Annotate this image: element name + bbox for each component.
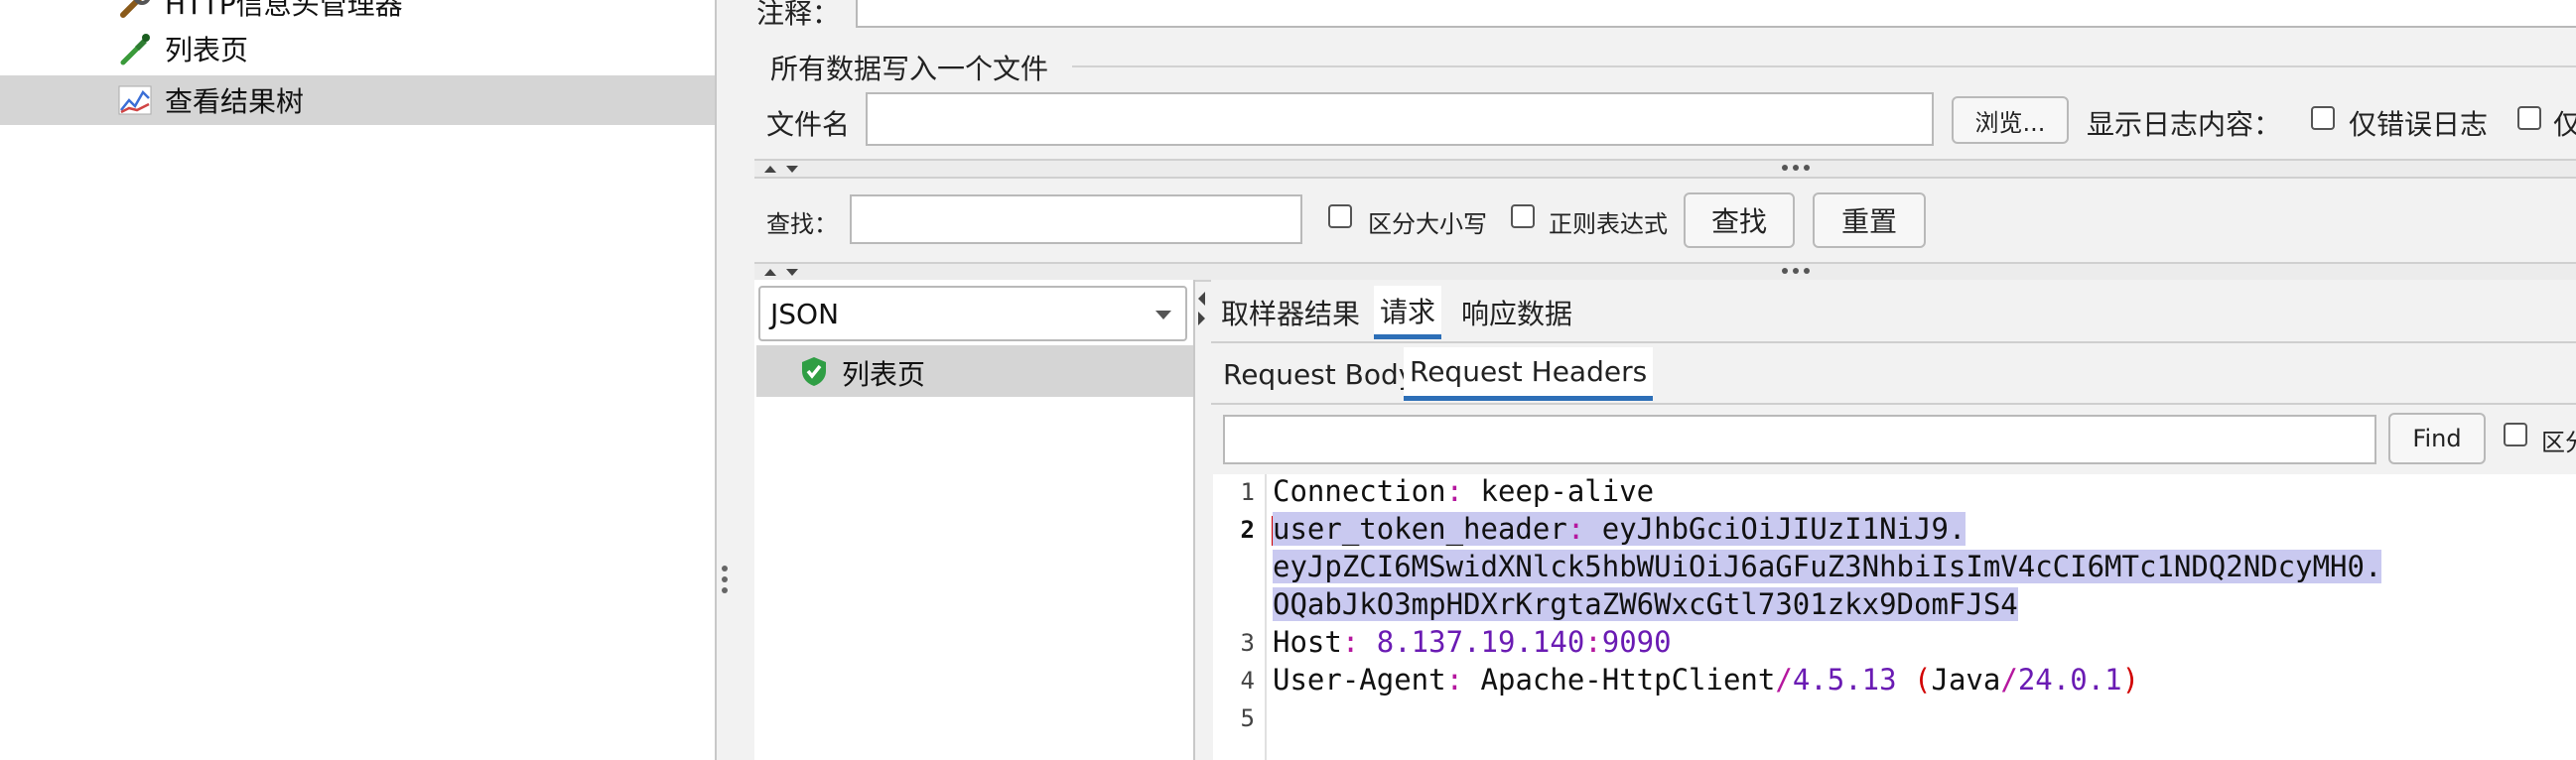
renderer-select[interactable]: JSON [758,286,1187,341]
case-sensitive-checkbox[interactable] [1328,204,1352,228]
header-value: eyJhbGciOiJIUzI1NiJ9. [1601,512,1966,546]
header-value-version: 24.0.1 [2017,663,2122,697]
tab-request-body[interactable]: Request Body [1217,347,1421,401]
errors-only-checkbox[interactable] [2311,106,2335,130]
header-value: keep-alive [1480,474,1655,508]
success-shield-icon [802,357,826,386]
filename-label: 文件名 [766,108,851,141]
tree-item-list-page[interactable]: 列表页 [0,24,715,73]
line-number: 2 [1240,516,1255,544]
tab-response-data[interactable]: 响应数据 [1455,286,1578,339]
tab-divider [1211,341,2576,343]
line-number: 4 [1240,667,1255,695]
header-value-paren: ) [2121,663,2140,697]
drag-grip-icon[interactable] [1781,267,1811,275]
sample-result-label: 列表页 [842,358,926,391]
header-value-colon: : [1584,625,1602,659]
chart-icon [118,85,152,115]
header-key: user_token_header [1273,512,1567,546]
log-content-label: 显示日志内容： [2087,108,2282,141]
expand-collapse-arrows-icon[interactable] [762,163,802,175]
renderer-select-value: JSON [770,298,840,330]
line-number: 1 [1240,478,1255,506]
search-label: 查找： [766,210,838,238]
header-key: User-Agent [1273,663,1446,697]
chevron-down-icon [1155,311,1171,319]
tree-item-label: HTTP信息头管理器 [165,0,403,21]
tree-item-label: 列表页 [165,34,249,66]
regex-checkbox[interactable] [1511,204,1535,228]
search-input[interactable] [850,194,1302,244]
header-value-slash: / [1775,663,1793,697]
header-value: Java [1931,663,2001,697]
tree-item-label: 查看结果树 [165,85,305,118]
collapse-bar[interactable] [754,159,2576,179]
section-title: 所有数据写入一个文件 [770,53,1049,85]
header-value: eyJpZCI6MSwidXNlck5hbWUiOiJ6aGFuZ3NhbiIs… [1273,550,2382,583]
tab-request-headers[interactable]: Request Headers [1404,347,1654,401]
header-line-user-agent: User-Agent: Apache-HttpClient/4.5.13 (Ja… [1273,663,2139,697]
header-line-token-wrap: OQabJkO3mpHDXrKrgtaZW6WxcGtl7301zkx9DomF… [1273,587,2018,621]
errors-only-label: 仅错误日志 [2349,108,2489,141]
header-key: Connection [1273,474,1446,508]
header-key: Host [1273,625,1342,659]
find-button[interactable]: Find [2388,413,2486,464]
subtab-divider [1211,403,2576,405]
wrench-icon [120,0,151,18]
header-line-connection: Connection: keep-alive [1273,474,1654,508]
header-separator: : [1341,625,1377,659]
search-reset-button[interactable]: 重置 [1813,192,1926,248]
header-value-port: 9090 [1601,625,1672,659]
header-value-host: 8.137.19.140 [1376,625,1585,659]
find-input[interactable] [1223,415,2376,464]
header-line-host: Host: 8.137.19.140:9090 [1273,625,1672,659]
pipette-icon [120,34,150,65]
comment-label: 注释： [756,0,841,30]
regex-label: 正则表达式 [1549,210,1668,238]
sample-result-item[interactable]: 列表页 [756,345,1193,397]
case-sensitive-label: 区分大小写 [1368,210,1487,238]
header-value-paren: ( [1896,663,1932,697]
browse-button[interactable]: 浏览... [1952,96,2069,144]
drag-grip-icon[interactable] [1781,164,1811,172]
test-plan-tree: HTTP信息头管理器 列表页 查看结果树 [0,0,717,760]
tab-request[interactable]: 请求 [1374,286,1442,339]
header-value: Apache-HttpClient [1480,663,1776,697]
find-case-checkbox[interactable] [2504,423,2527,446]
tree-item-view-results-tree[interactable]: 查看结果树 [0,75,715,125]
header-separator: : [1445,663,1481,697]
expand-collapse-arrows-icon[interactable] [762,266,802,278]
pane-toggle-arrows-icon[interactable] [1195,290,1209,329]
splitter-handle[interactable] [721,566,729,595]
section-divider [1072,65,2576,67]
tab-sampler-result[interactable]: 取样器结果 [1215,286,1366,339]
comment-input[interactable] [856,0,2576,28]
search-find-button[interactable]: 查找 [1684,192,1795,248]
header-value: OQabJkO3mpHDXrKrgtaZW6WxcGtl7301zkx9DomF… [1273,587,2018,621]
line-number: 3 [1240,629,1255,657]
header-line-token-wrap: eyJpZCI6MSwidXNlck5hbWUiOiJ6aGFuZ3NhbiIs… [1273,550,2382,583]
filename-input[interactable] [866,92,1934,146]
line-number: 5 [1240,704,1255,732]
header-value-version: 4.5.13 [1792,663,1897,697]
header-value-slash: / [2000,663,2018,697]
header-separator: : [1566,512,1602,546]
header-line-token: user_token_header: eyJhbGciOiJIUzI1NiJ9. [1273,512,1966,546]
success-only-label: 仅 [2553,108,2576,141]
success-only-checkbox[interactable] [2517,106,2541,130]
header-separator: : [1445,474,1481,508]
collapse-bar[interactable] [754,262,2576,282]
find-case-label: 区分 [2541,429,2576,456]
